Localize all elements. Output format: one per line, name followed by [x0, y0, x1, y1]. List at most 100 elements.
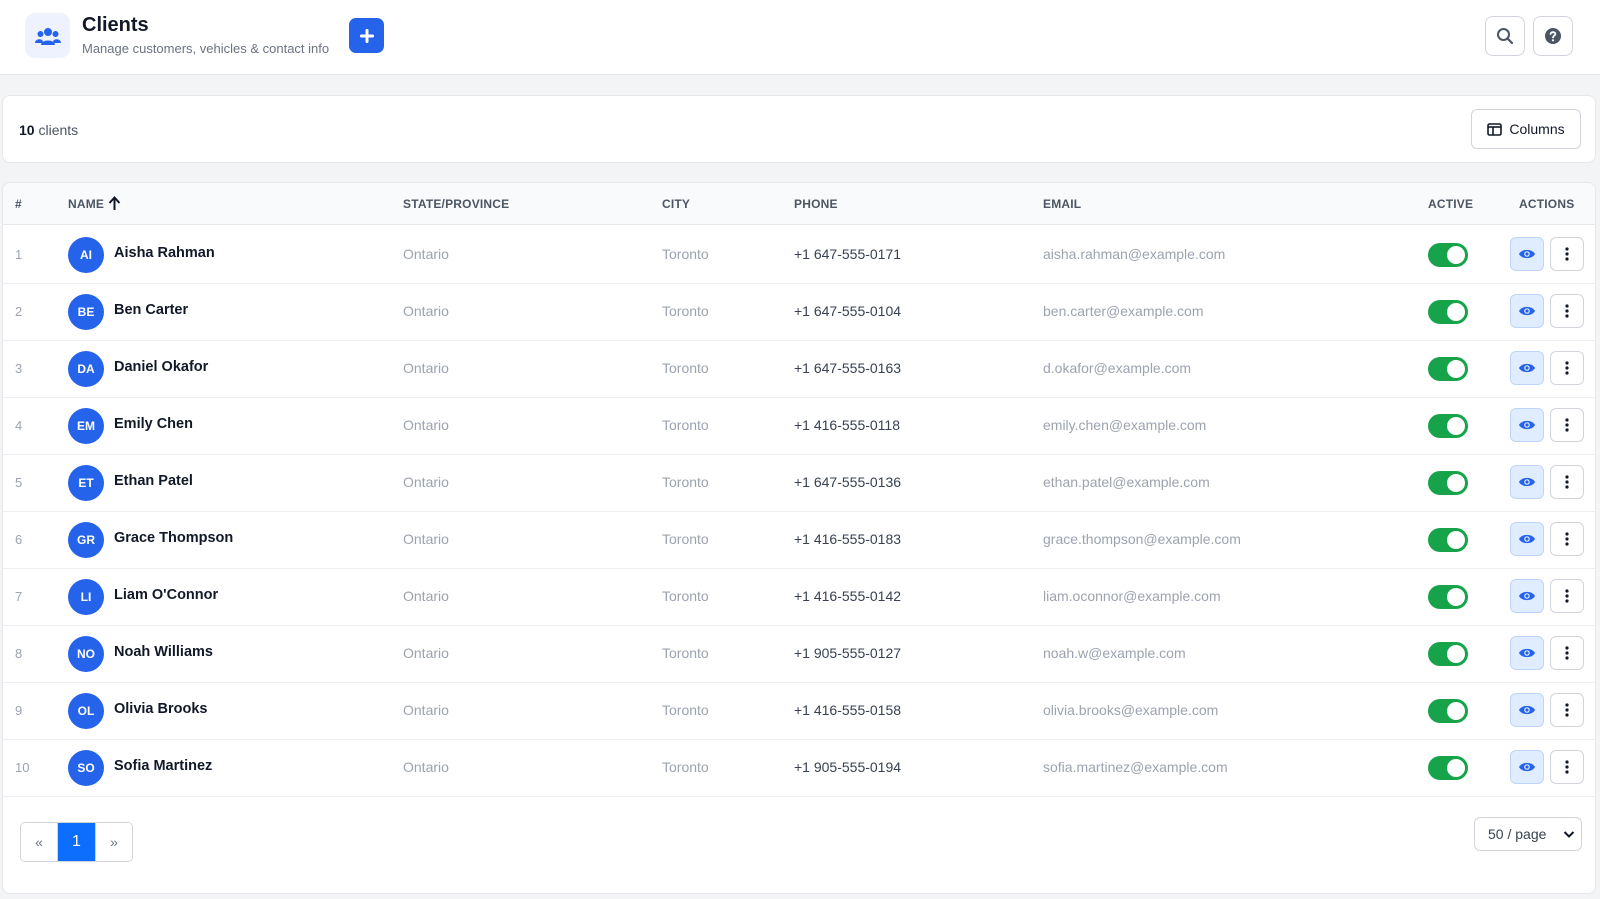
client-phone: +1 416-555-0158 — [794, 702, 902, 718]
view-button[interactable] — [1510, 465, 1544, 499]
client-city: Toronto — [662, 588, 709, 604]
header-state[interactable]: STATE/PROVINCE — [403, 197, 509, 211]
more-vertical-icon — [1565, 475, 1569, 489]
client-email: ethan.patel@example.com — [1043, 474, 1210, 490]
more-actions-button[interactable] — [1550, 636, 1584, 670]
active-toggle[interactable] — [1428, 300, 1468, 324]
more-vertical-icon — [1565, 646, 1569, 660]
active-toggle[interactable] — [1428, 414, 1468, 438]
client-name[interactable]: Olivia Brooks — [114, 701, 207, 717]
header-name[interactable]: NAME — [68, 195, 121, 211]
pagination: « 1 » — [20, 822, 133, 862]
view-button[interactable] — [1510, 351, 1544, 385]
table-row: 9 OL Olivia Brooks Ontario Toronto +1 416-555… — [3, 682, 1595, 740]
header-city[interactable]: CITY — [662, 197, 690, 211]
view-button[interactable] — [1510, 237, 1544, 271]
more-vertical-icon — [1565, 532, 1569, 546]
client-name[interactable]: Daniel Okafor — [114, 359, 208, 375]
table-row: 3 DA Daniel Okafor Ontario Toronto +1 647-555… — [3, 340, 1595, 398]
eye-icon — [1519, 306, 1535, 316]
header-email[interactable]: EMAIL — [1043, 197, 1081, 211]
active-toggle[interactable] — [1428, 642, 1468, 666]
more-actions-button[interactable] — [1550, 522, 1584, 556]
client-name[interactable]: Ethan Patel — [114, 473, 193, 489]
client-name[interactable]: Sofia Martinez — [114, 758, 212, 774]
toggle-knob — [1447, 303, 1465, 321]
more-actions-button[interactable] — [1550, 465, 1584, 499]
view-button[interactable] — [1510, 579, 1544, 613]
eye-icon — [1519, 591, 1535, 601]
active-toggle[interactable] — [1428, 471, 1468, 495]
client-name[interactable]: Liam O'Connor — [114, 587, 218, 603]
search-button[interactable] — [1485, 16, 1525, 56]
client-city: Toronto — [662, 702, 709, 718]
view-button[interactable] — [1510, 522, 1544, 556]
client-phone: +1 416-555-0142 — [794, 588, 902, 604]
client-name[interactable]: Grace Thompson — [114, 530, 233, 546]
page-size-select[interactable]: 50 / page — [1474, 817, 1582, 851]
more-actions-button[interactable] — [1550, 408, 1584, 442]
columns-button[interactable]: Columns — [1471, 109, 1581, 149]
row-index: 9 — [15, 703, 23, 718]
more-vertical-icon — [1565, 589, 1569, 603]
client-state: Ontario — [403, 360, 449, 376]
view-button[interactable] — [1510, 750, 1544, 784]
eye-icon — [1519, 249, 1535, 259]
avatar: LI — [68, 579, 104, 615]
plus-icon — [359, 28, 374, 43]
active-toggle[interactable] — [1428, 756, 1468, 780]
active-toggle[interactable] — [1428, 357, 1468, 381]
client-state: Ontario — [403, 531, 449, 547]
add-client-button[interactable] — [349, 18, 384, 53]
more-vertical-icon — [1565, 247, 1569, 261]
prev-page-button[interactable]: « — [21, 823, 58, 861]
help-button[interactable] — [1533, 16, 1573, 56]
page-1-button[interactable]: 1 — [58, 823, 95, 861]
client-phone: +1 647-555-0104 — [794, 303, 902, 319]
client-phone: +1 647-555-0136 — [794, 474, 902, 490]
next-page-button[interactable]: » — [95, 823, 132, 861]
active-toggle[interactable] — [1428, 528, 1468, 552]
toggle-knob — [1447, 360, 1465, 378]
active-toggle[interactable] — [1428, 585, 1468, 609]
avatar: ET — [68, 465, 104, 501]
page-title: Clients — [82, 14, 149, 36]
active-toggle[interactable] — [1428, 699, 1468, 723]
header-actions: ACTIONS — [1519, 197, 1575, 211]
active-toggle[interactable] — [1428, 243, 1468, 267]
avatar: GR — [68, 522, 104, 558]
client-name[interactable]: Emily Chen — [114, 416, 193, 432]
client-email: d.okafor@example.com — [1043, 360, 1192, 376]
client-email: grace.thompson@example.com — [1043, 531, 1241, 547]
view-button[interactable] — [1510, 294, 1544, 328]
client-state: Ontario — [403, 303, 449, 319]
eye-icon — [1519, 705, 1535, 715]
table-header: # NAME STATE/PROVINCE CITY PHONE EMAIL A… — [3, 183, 1595, 225]
table-row: 4 EM Emily Chen Ontario Toronto +1 416-555-01… — [3, 397, 1595, 455]
more-vertical-icon — [1565, 361, 1569, 375]
client-state: Ontario — [403, 645, 449, 661]
client-name[interactable]: Aisha Rahman — [114, 245, 215, 261]
view-button[interactable] — [1510, 408, 1544, 442]
header-active[interactable]: ACTIVE — [1428, 197, 1473, 211]
more-actions-button[interactable] — [1550, 351, 1584, 385]
toggle-knob — [1447, 531, 1465, 549]
table-row: 6 GR Grace Thompson Ontario Toronto +1 416-55… — [3, 511, 1595, 569]
row-index: 5 — [15, 475, 23, 490]
client-email: emily.chen@example.com — [1043, 417, 1207, 433]
header-phone[interactable]: PHONE — [794, 197, 838, 211]
users-icon — [25, 13, 70, 58]
client-name[interactable]: Ben Carter — [114, 302, 188, 318]
client-phone: +1 647-555-0163 — [794, 360, 902, 376]
more-actions-button[interactable] — [1550, 294, 1584, 328]
avatar: DA — [68, 351, 104, 387]
view-button[interactable] — [1510, 636, 1544, 670]
eye-icon — [1519, 477, 1535, 487]
more-actions-button[interactable] — [1550, 693, 1584, 727]
row-index: 3 — [15, 361, 23, 376]
view-button[interactable] — [1510, 693, 1544, 727]
more-actions-button[interactable] — [1550, 579, 1584, 613]
client-name[interactable]: Noah Williams — [114, 644, 213, 660]
more-actions-button[interactable] — [1550, 750, 1584, 784]
more-actions-button[interactable] — [1550, 237, 1584, 271]
